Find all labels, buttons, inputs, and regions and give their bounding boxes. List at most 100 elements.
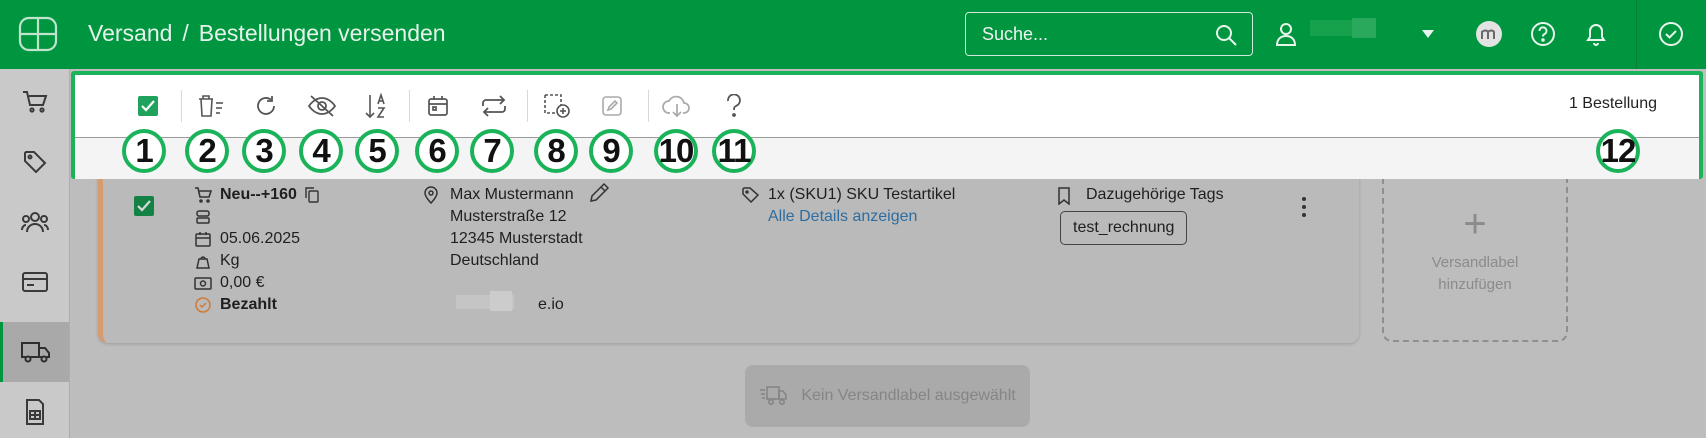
callout-badge-3: 3 [242, 129, 286, 173]
order-date-row: 05.06.2025 [194, 230, 300, 248]
order-amount-row: 0,00 € [194, 274, 264, 292]
money-icon [194, 277, 212, 290]
callout-badge-2: 2 [185, 129, 229, 173]
callout-badge-6: 6 [415, 129, 459, 173]
sidebar-item-shipping[interactable] [0, 322, 69, 382]
location-icon [424, 186, 438, 204]
details-link[interactable]: Alle Details anzeigen [768, 208, 917, 226]
tags-heading: Dazugehörige Tags [1086, 186, 1224, 203]
app-logo-icon[interactable] [18, 16, 58, 52]
check-circle-icon [195, 297, 211, 313]
weight-icon [196, 256, 210, 269]
cart-icon [195, 187, 212, 203]
card-icon [21, 272, 48, 292]
breadcrumb: Versand / Bestellungen versenden [88, 20, 446, 47]
transfer-button[interactable] [477, 89, 511, 123]
search-box[interactable] [965, 12, 1253, 56]
search-input[interactable] [982, 23, 1202, 45]
breadcrumb-current: Bestellungen versenden [198, 20, 446, 46]
callout-badge-9: 9 [589, 129, 633, 173]
order-payment-row: Bezahlt [194, 296, 277, 314]
callout-badge-12: 12 [1596, 129, 1640, 173]
order-weight-row: Kg [194, 252, 240, 270]
help-button[interactable] [717, 89, 751, 123]
customer-city: 12345 Musterstadt [450, 230, 583, 247]
pencil-icon[interactable] [588, 182, 610, 204]
hide-button[interactable] [305, 89, 339, 123]
help-icon [727, 94, 741, 117]
top-header: Versand / Bestellungen versenden [0, 0, 1706, 69]
check-icon [141, 100, 155, 112]
sidebar [0, 69, 70, 438]
callout-badge-1: 1 [122, 129, 166, 173]
delete-selection-button[interactable] [194, 89, 228, 123]
fast-truck-icon [760, 386, 788, 406]
order-date: 05.06.2025 [220, 230, 301, 247]
customer-country: Deutschland [450, 252, 539, 269]
order-number-row: Neu--+160 [194, 186, 319, 204]
order-checkbox[interactable] [134, 196, 154, 216]
email-redacted-part [490, 291, 512, 311]
breadcrumb-separator: / [182, 20, 189, 46]
cart-icon [22, 91, 47, 113]
cloud-download-icon [662, 95, 690, 118]
search-icon[interactable] [1214, 23, 1238, 47]
payment-status: Bezahlt [220, 296, 277, 313]
copy-icon[interactable] [305, 187, 319, 203]
add-shipping-label-button[interactable]: + Versandlabel hinzufügen [1382, 158, 1568, 342]
chevron-down-icon[interactable] [1422, 30, 1434, 38]
help-circle-icon[interactable] [1530, 21, 1556, 47]
callout-badge-5: 5 [355, 129, 399, 173]
sort-button[interactable] [360, 89, 394, 123]
toolbar-separator [409, 90, 410, 122]
order-store-row [194, 208, 212, 226]
customer-street: Musterstraße 12 [450, 208, 567, 225]
sort-az-icon [365, 93, 386, 119]
check-circle-icon[interactable] [1658, 21, 1684, 47]
refresh-button[interactable] [249, 89, 283, 123]
user-name-redacted-part [1352, 18, 1376, 38]
order-toolbar: 1 Bestellung 1 2 3 4 5 6 7 8 9 10 11 12 [71, 71, 1703, 179]
add-label-line1: Versandlabel [1431, 254, 1519, 271]
plus-icon: + [1463, 202, 1487, 246]
toolbar-separator [527, 90, 528, 122]
transfer-icon [482, 95, 506, 117]
brand-badge-icon[interactable] [1475, 20, 1503, 48]
eye-off-icon [308, 95, 336, 117]
more-vertical-icon[interactable] [1300, 196, 1308, 218]
bookmark-icon [1058, 187, 1070, 205]
truck-icon [21, 342, 50, 363]
breadcrumb-versand[interactable]: Versand [88, 20, 172, 47]
select-add-button[interactable] [540, 89, 574, 123]
date-button[interactable] [421, 89, 455, 123]
order-count: 1 Bestellung [1568, 95, 1657, 112]
download-button[interactable] [660, 89, 694, 123]
user-icon[interactable] [1275, 21, 1297, 47]
customer-name: Max Mustermann [450, 186, 574, 203]
callout-badge-8: 8 [534, 129, 578, 173]
order-weight: Kg [220, 252, 240, 269]
sidebar-item-tags[interactable] [0, 132, 69, 192]
tag-icon [23, 151, 46, 174]
add-label-line2: hinzufügen [1438, 276, 1512, 293]
edit-button[interactable] [595, 89, 629, 123]
sidebar-item-invoices[interactable] [0, 382, 69, 438]
sidebar-item-payments[interactable] [0, 252, 69, 312]
calendar-icon [195, 232, 211, 247]
tag-icon [742, 187, 760, 203]
sidebar-item-customers[interactable] [0, 192, 69, 252]
users-icon [20, 212, 49, 233]
sidebar-item-orders[interactable] [0, 72, 69, 132]
order-amount: 0,00 € [220, 274, 265, 291]
callout-badge-11: 11 [712, 129, 756, 173]
select-all-checkbox[interactable] [131, 89, 165, 123]
toolbar-separator [648, 90, 649, 122]
callout-badge-10: 10 [654, 129, 698, 173]
no-shipping-label-button[interactable]: Kein Versandlabel ausgewählt [745, 365, 1030, 427]
tag-pill[interactable]: test_rechnung [1060, 211, 1188, 245]
customer-email: e.io [538, 296, 564, 313]
callout-badge-7: 7 [470, 129, 514, 173]
receipt-icon [25, 399, 44, 425]
bell-icon[interactable] [1584, 21, 1608, 47]
article-line: 1x (SKU1) SKU Testartikel [768, 186, 956, 203]
